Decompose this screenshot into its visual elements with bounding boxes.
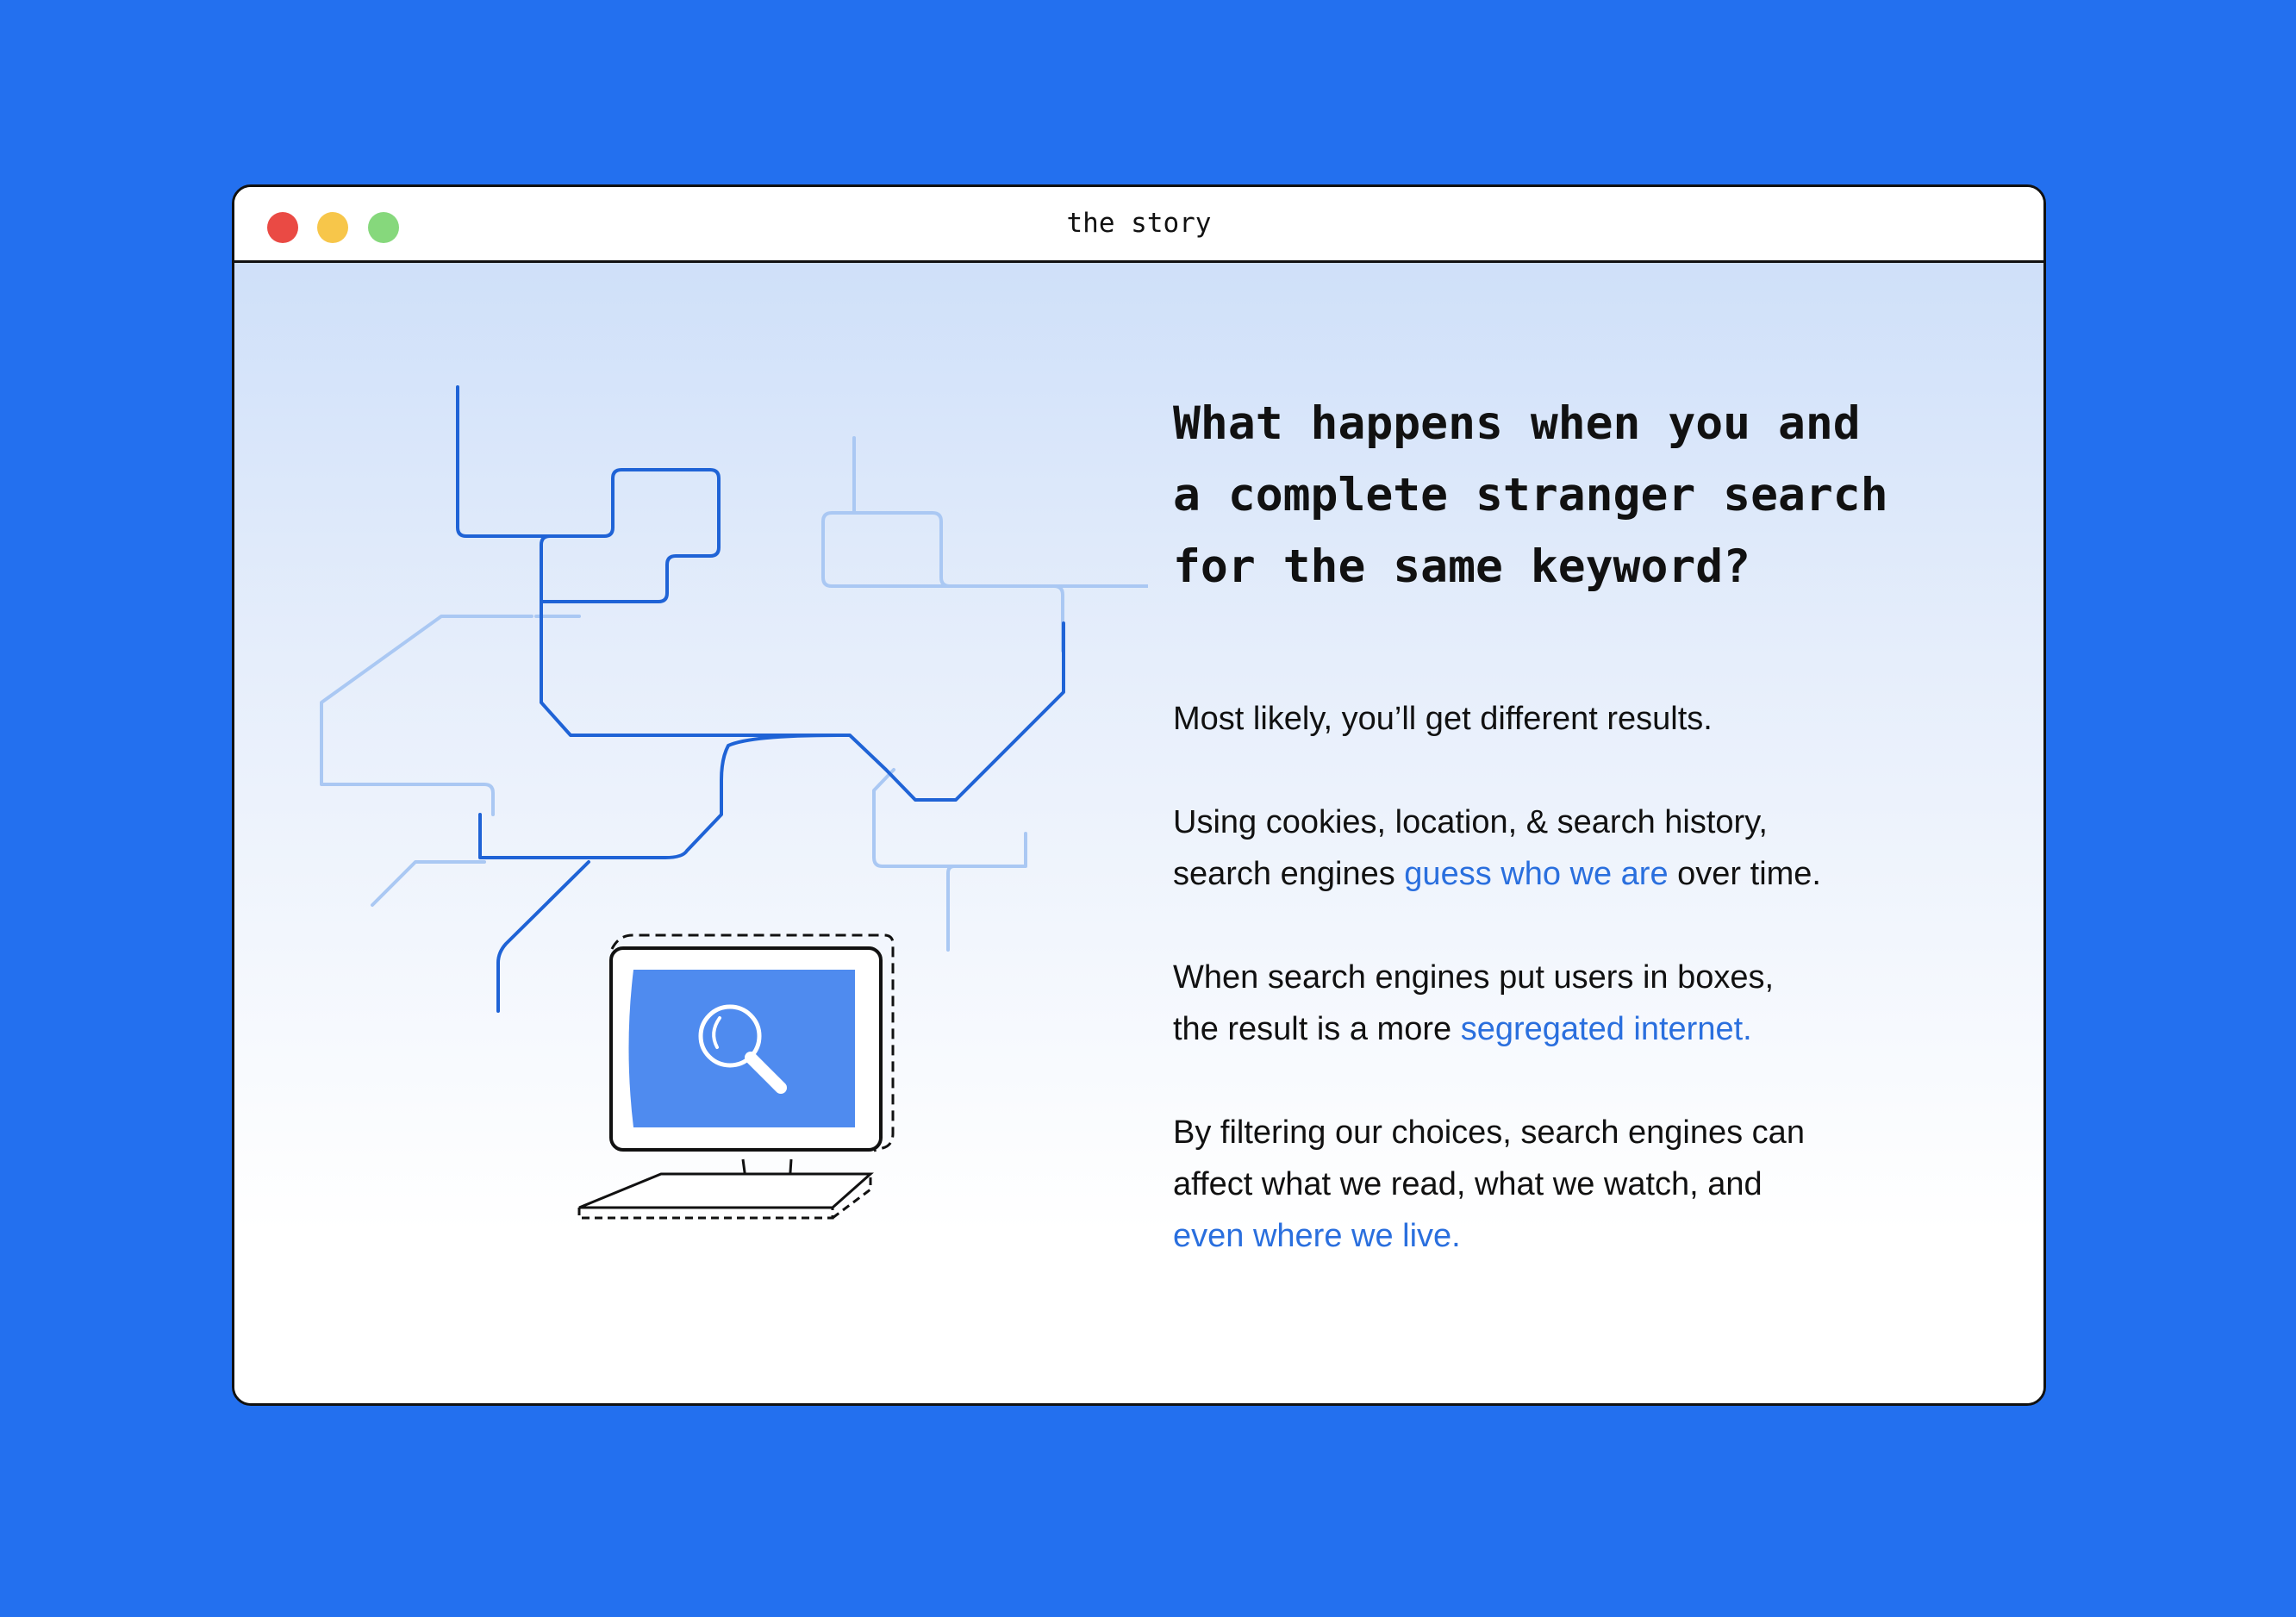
browser-window: the story What happens when you and a co… — [232, 184, 2046, 1406]
story-content: What happens when you and a complete str… — [234, 263, 2043, 1403]
window-title: the story — [1066, 208, 1212, 239]
network-lines-icon — [320, 385, 1148, 1013]
story-text: What happens when you and a complete str… — [1173, 388, 1949, 1262]
paragraph-text: When search engines put users in boxes, — [1173, 959, 1775, 996]
paragraph-text: over time. — [1668, 856, 1821, 892]
guess-who-we-are-link[interactable]: guess who we are — [1404, 856, 1668, 892]
computer-monitor-icon — [577, 933, 895, 1220]
paragraph-filtering: By filtering our choices, search engines… — [1173, 1107, 1949, 1262]
even-where-we-live-link[interactable]: even where we live. — [1173, 1218, 1461, 1254]
paragraph-boxes: When search engines put users in boxes, … — [1173, 952, 1949, 1055]
paragraph-cookies: Using cookies, location, & search histor… — [1173, 796, 1949, 900]
paragraph-text: Most likely, you’ll get different result… — [1173, 701, 1713, 737]
paragraph-text: the result is a more — [1173, 1011, 1461, 1047]
search-illustration — [320, 385, 1148, 1220]
segregated-internet-link[interactable]: segregated internet. — [1461, 1011, 1752, 1047]
paragraph-text: search engines — [1173, 856, 1405, 892]
paragraph-text: By filtering our choices, search engines… — [1173, 1114, 1805, 1151]
paragraph-results: Most likely, you’ll get different result… — [1173, 693, 1949, 745]
window-titlebar: the story — [234, 187, 2043, 263]
keyboard-icon — [577, 1172, 874, 1220]
paragraph-text: Using cookies, location, & search histor… — [1173, 804, 1768, 840]
page-title: What happens when you and a complete str… — [1173, 397, 1888, 593]
paragraph-text: affect what we read, what we watch, and — [1173, 1166, 1763, 1202]
